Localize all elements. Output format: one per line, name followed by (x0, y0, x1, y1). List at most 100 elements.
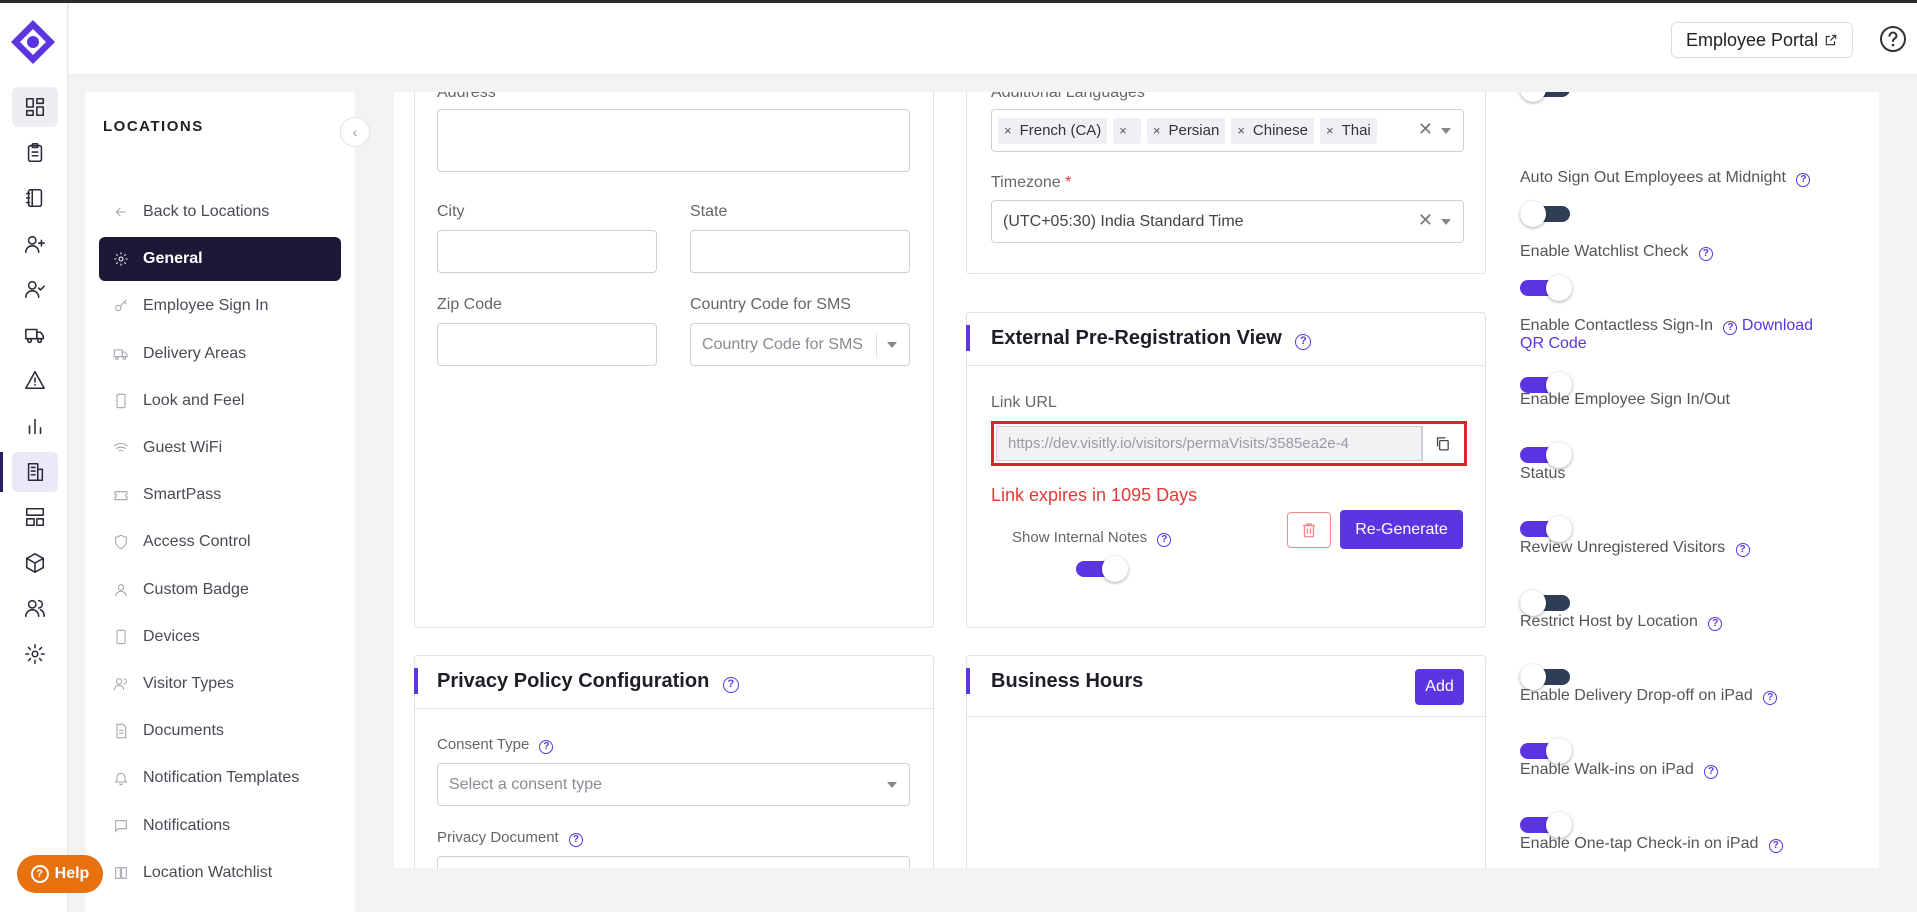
help-icon[interactable]: ? (1295, 334, 1312, 350)
bar-chart-icon[interactable] (12, 406, 58, 446)
alert-icon[interactable] (12, 360, 58, 400)
zip-code-label: Zip Code (437, 296, 502, 313)
trash-icon (1303, 523, 1315, 538)
setting-toggle-top[interactable] (1520, 92, 1572, 102)
sidebar-item-location-watchlist[interactable]: Location Watchlist (99, 851, 341, 895)
collapse-sidebar-button[interactable]: ‹ (340, 117, 370, 147)
language-tag[interactable]: × French (CA) (998, 117, 1108, 144)
sidebar-item-visitor-types[interactable]: Visitor Types (99, 662, 341, 706)
sidebar-item-guest-wifi[interactable]: Guest WiFi (99, 426, 341, 470)
setting-toggle-review-unregistered-visitors[interactable] (1520, 590, 1572, 616)
consent-type-label: Consent Type ? (437, 736, 554, 754)
add-business-hours-button[interactable]: Add (1415, 669, 1464, 705)
language-tag[interactable]: × Thai (1319, 117, 1377, 144)
chevron-down-icon (1441, 219, 1451, 225)
help-icon[interactable]: ? (1768, 839, 1783, 853)
setting-toggle-enable-employee-sign-in-out[interactable] (1520, 442, 1572, 468)
tablet-icon (116, 629, 126, 644)
help-icon[interactable]: ? (1698, 247, 1713, 261)
setting-toggle-status[interactable] (1520, 516, 1572, 542)
app-logo-icon[interactable] (8, 17, 58, 67)
address-field[interactable] (437, 109, 910, 172)
book-icon (115, 866, 127, 879)
delete-link-button[interactable] (1287, 512, 1331, 548)
help-icon[interactable]: ? (722, 677, 739, 693)
dashboard-icon[interactable] (12, 87, 58, 127)
setting-label-review-unregistered-visitors: Review Unregistered Visitors ? (1520, 539, 1860, 557)
privacy-document-field[interactable] (437, 856, 910, 868)
employee-portal-label: Employee Portal (1686, 29, 1819, 50)
clear-icon[interactable]: ✕ (1418, 210, 1433, 231)
copy-icon (1436, 437, 1449, 451)
top-header: Employee Portal S (69, 3, 1917, 75)
help-icon[interactable]: ? (539, 740, 554, 754)
chevron-down-icon (887, 782, 897, 788)
link-url-field[interactable]: https://dev.visitly.io/visitors/permaVis… (996, 426, 1422, 461)
help-circle-icon[interactable] (1879, 25, 1907, 53)
copy-link-button[interactable] (1422, 426, 1462, 461)
sidebar-item-documents[interactable]: Documents (99, 709, 341, 753)
setting-label-restrict-host-by-location: Restrict Host by Location ? (1520, 613, 1860, 631)
language-tag[interactable]: × Persian (1146, 117, 1226, 144)
setting-toggle-restrict-host-by-location[interactable] (1520, 664, 1572, 690)
setting-toggle-auto-sign-out-employees-at-midnight[interactable] (1520, 201, 1572, 227)
zip-code-field[interactable] (437, 323, 657, 366)
sidebar-item-smartpass[interactable]: SmartPass (99, 473, 341, 517)
sidebar-item-notifications[interactable]: Notifications (99, 804, 341, 848)
divider (966, 365, 1486, 366)
sidebar-item-delivery-areas[interactable]: Delivery Areas (99, 332, 341, 376)
help-icon[interactable]: ? (1708, 617, 1723, 631)
remove-tag-icon: × (1237, 123, 1245, 138)
sidebar-item-label: Notifications (143, 816, 231, 834)
building-icon[interactable] (0, 452, 58, 492)
sidebar-item-look-and-feel[interactable]: Look and Feel (99, 379, 341, 423)
sidebar-item-label: Delivery Areas (143, 344, 247, 362)
notebook-icon[interactable] (12, 178, 58, 218)
employee-portal-button[interactable]: Employee Portal (1671, 22, 1854, 58)
setting-toggle-enable-walk-ins-on-ipad[interactable] (1520, 812, 1572, 838)
layout-icon[interactable] (12, 497, 58, 537)
help-icon[interactable]: ? (1723, 321, 1738, 335)
setting-toggle-enable-delivery-drop-off-on-ipad[interactable] (1520, 738, 1572, 764)
help-icon[interactable]: ? (1735, 543, 1750, 557)
additional-languages-select[interactable]: × French (CA) × × Persian × Chinese × Thai ✕ (991, 109, 1464, 152)
help-button[interactable]: ? Help (17, 855, 103, 893)
box-icon[interactable] (12, 543, 58, 583)
user-plus-icon[interactable] (12, 224, 58, 264)
sidebar-item-label: Custom Badge (143, 580, 249, 598)
regenerate-button[interactable]: Re-Generate (1340, 510, 1463, 549)
help-icon[interactable]: ? (1763, 691, 1778, 705)
consent-type-select[interactable]: Select a consent type (437, 763, 910, 806)
truck-icon[interactable] (12, 315, 58, 355)
sidebar-item-access-control[interactable]: Access Control (99, 520, 341, 564)
user-check-icon[interactable] (12, 269, 58, 309)
language-tag[interactable]: × Chinese (1231, 117, 1314, 144)
country-code-select[interactable]: Country Code for SMS (690, 323, 910, 366)
gear-icon[interactable] (12, 634, 58, 674)
clipboard-icon[interactable] (12, 133, 58, 173)
sidebar-item-label: General (143, 250, 203, 268)
sidebar-item-custom-badge[interactable]: Custom Badge (99, 568, 341, 612)
help-icon[interactable]: ? (1704, 765, 1719, 779)
sidebar-item-label: Notification Templates (143, 769, 300, 787)
sidebar-item-devices[interactable]: Devices (99, 615, 341, 659)
language-tag[interactable]: × (1113, 117, 1141, 144)
sidebar-item-notification-templates[interactable]: Notification Templates (99, 756, 341, 800)
city-label: City (437, 203, 465, 220)
setting-toggle-enable-watchlist-check[interactable] (1520, 275, 1572, 301)
timezone-select[interactable]: (UTC+05:30) India Standard Time ✕ (991, 200, 1464, 243)
remove-tag-icon: × (1325, 123, 1334, 138)
clear-icon[interactable]: ✕ (1418, 119, 1433, 140)
help-icon[interactable]: ? (1157, 533, 1172, 547)
help-icon[interactable]: ? (1796, 173, 1811, 187)
help-icon[interactable]: ? (568, 833, 583, 847)
city-field[interactable] (437, 230, 657, 273)
users-icon[interactable] (12, 588, 58, 628)
sidebar-item-general[interactable]: General (99, 237, 341, 282)
show-internal-notes-toggle[interactable] (1076, 556, 1128, 582)
sidebar-item-employee-sign-in[interactable]: Employee Sign In (99, 284, 341, 328)
country-code-label: Country Code for SMS (690, 296, 851, 313)
state-field[interactable] (690, 230, 910, 273)
ticket-icon (114, 491, 128, 501)
sidebar-item-back-to-locations[interactable]: Back to Locations (99, 190, 341, 234)
